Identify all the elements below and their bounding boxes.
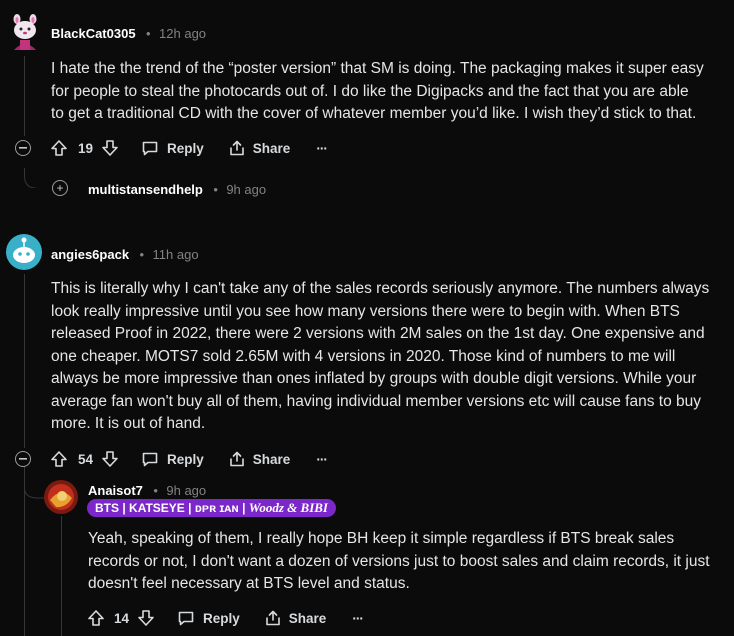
comment-line: doesn't feel necessary at BTS level and … [88, 575, 410, 592]
share-icon [229, 140, 244, 156]
share-button[interactable]: Share [228, 139, 291, 157]
share-label: Share [252, 451, 291, 467]
timestamp[interactable]: 11h ago [153, 247, 199, 262]
downvote-button[interactable] [137, 609, 155, 627]
comment-body: This is literally why I can't take any o… [51, 278, 709, 436]
meta-separator: • [146, 26, 151, 41]
expand-plus-icon: + [52, 180, 68, 196]
downvote-arrow-icon [102, 451, 118, 467]
thread-line [24, 274, 25, 448]
comment-bubble-icon [142, 141, 158, 156]
flair-text: BTS | KATSEYE | ᴅᴘʀ ɪᴀɴ | [95, 501, 249, 515]
avatar[interactable] [6, 234, 42, 270]
comment-line: This is literally why I can't take any o… [51, 280, 710, 297]
collapse-icon [15, 451, 31, 467]
username[interactable]: BlackCat0305 [51, 26, 136, 41]
avatar[interactable] [6, 12, 44, 52]
comment-line: one cheaper. MOTS7 sold 2.65M with 4 ver… [51, 347, 676, 365]
collapse-button[interactable] [15, 140, 31, 156]
avatar-bear-icon [8, 14, 42, 51]
downvote-button[interactable] [101, 450, 119, 468]
comment-meta: Anaisot7 • 9h ago [88, 482, 206, 500]
reply-label: Reply [167, 451, 204, 467]
more-options-button[interactable]: ··· [352, 611, 363, 626]
downvote-button[interactable] [101, 139, 119, 157]
comment-meta: BlackCat0305 • 12h ago [51, 25, 206, 43]
upvote-arrow-icon [51, 451, 67, 467]
share-button[interactable]: Share [228, 450, 291, 468]
comment-line: Yeah, speaking of them, I really hope BH… [88, 530, 675, 547]
user-flair: BTS | KATSEYE | ᴅᴘʀ ɪᴀɴ | Woodz & BIBI [87, 499, 336, 517]
comment-actions: 19 Reply Share ··· [50, 136, 328, 160]
more-options-icon: ··· [352, 610, 363, 626]
timestamp[interactable]: 9h ago [166, 483, 206, 498]
username[interactable]: multistansendhelp [88, 182, 203, 197]
upvote-button[interactable] [50, 139, 68, 157]
comment-line: released Proof in 2022, there were 2 ver… [51, 325, 705, 342]
comment-line: more. It is out of hand. [51, 415, 206, 432]
more-options-button[interactable]: ··· [316, 141, 327, 156]
share-icon [229, 451, 244, 467]
share-button[interactable]: Share [264, 609, 327, 627]
more-options-button[interactable]: ··· [316, 452, 327, 467]
meta-separator: • [153, 483, 158, 498]
comment-bubble-icon [178, 611, 194, 626]
reply-button[interactable]: Reply [141, 450, 204, 468]
share-icon [265, 610, 280, 626]
comment-line: records or not, I don't want a dozen of … [88, 552, 710, 570]
timestamp[interactable]: 9h ago [226, 182, 266, 197]
thread-line [61, 516, 62, 636]
comment-line: to get a traditional CD with the cover o… [51, 105, 697, 122]
comment-body: Yeah, speaking of them, I really hope BH… [88, 528, 710, 596]
avatar-photo-icon [44, 480, 78, 514]
reply-button[interactable]: Reply [177, 609, 240, 627]
vote-count: 54 [78, 451, 94, 467]
comment-meta: angies6pack • 11h ago [51, 246, 199, 264]
comment-line: for people to steal the photocards out o… [51, 82, 689, 100]
comment-line: I hate the the trend of the “poster vers… [51, 60, 704, 77]
meta-separator: • [139, 247, 145, 262]
share-label: Share [288, 610, 327, 626]
upvote-arrow-icon [88, 610, 104, 626]
thread-line [24, 56, 25, 136]
comment-body: I hate the the trend of the “poster vers… [51, 58, 704, 126]
comment-actions: 54 Reply Share ··· [50, 447, 328, 471]
thread-connector [24, 484, 46, 499]
flair-badge: BTS | KATSEYE | ᴅᴘʀ ɪᴀɴ | Woodz & BIBI [87, 499, 336, 517]
collapse-button[interactable] [15, 451, 31, 467]
more-options-icon: ··· [316, 140, 327, 156]
downvote-arrow-icon [102, 140, 118, 156]
more-options-icon: ··· [316, 451, 327, 467]
vote-count: 19 [78, 140, 94, 156]
username[interactable]: angies6pack [51, 247, 129, 262]
comment-line: look really impressive until you see how… [51, 302, 680, 320]
share-label: Share [252, 140, 291, 156]
upvote-button[interactable] [87, 609, 105, 627]
comment-line: always be more impressive than ones infl… [51, 370, 697, 387]
expand-button[interactable]: + [52, 180, 68, 196]
reply-label: Reply [167, 140, 204, 156]
vote-count: 14 [114, 610, 130, 626]
reply-label: Reply [203, 610, 240, 626]
username[interactable]: Anaisot7 [88, 483, 143, 498]
collapse-icon [15, 140, 31, 156]
thread-connector [24, 168, 37, 188]
comment-bubble-icon [142, 452, 158, 467]
timestamp[interactable]: 12h ago [159, 26, 206, 41]
comment-meta: multistansendhelp • 9h ago [88, 181, 266, 199]
flair-italic-text: Woodz & BIBI [248, 500, 328, 515]
meta-separator: • [213, 182, 218, 197]
comment-line: average fan won't buy all of them, havin… [51, 392, 701, 410]
avatar[interactable] [44, 480, 78, 514]
comment-actions: 14 Reply Share ··· [87, 606, 364, 630]
avatar-snoo-icon [6, 234, 42, 270]
upvote-button[interactable] [50, 450, 68, 468]
upvote-arrow-icon [51, 140, 67, 156]
downvote-arrow-icon [138, 610, 154, 626]
reply-button[interactable]: Reply [141, 139, 204, 157]
